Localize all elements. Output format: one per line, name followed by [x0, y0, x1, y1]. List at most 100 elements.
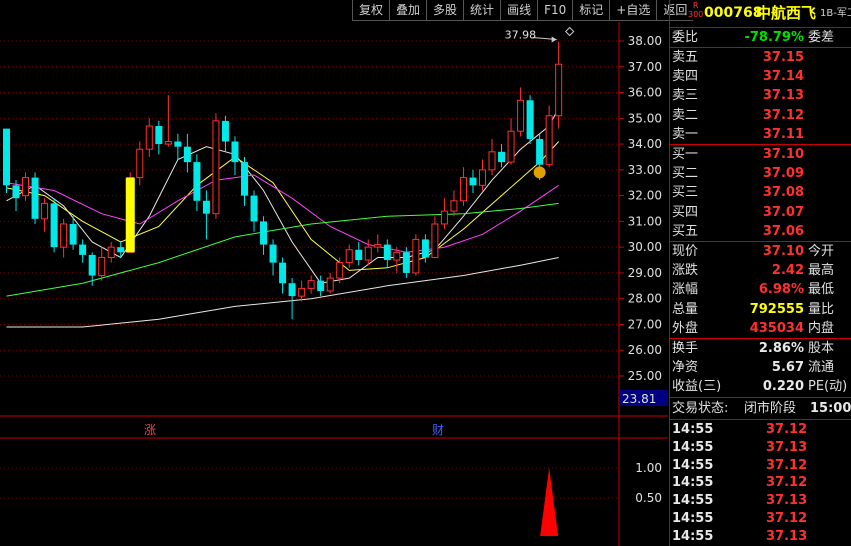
candle-body: [136, 148, 144, 179]
quote-item-row: 总量 792555 量比: [670, 300, 851, 319]
price-tick-label: 35.00: [628, 111, 662, 125]
candle-body: [545, 115, 553, 166]
tick-time: 14:55: [672, 528, 714, 544]
price-tick-label: 32.00: [628, 189, 662, 203]
price-tick-label: 31.00: [628, 214, 662, 228]
toolbar-button-4[interactable]: 画线: [500, 0, 538, 21]
ask-level-row: 卖二 37.12: [670, 106, 851, 125]
candle-body: [459, 177, 467, 202]
quote-item-label: 总量: [672, 301, 699, 317]
bid-level-value: 37.06: [762, 223, 804, 239]
candle-body: [241, 162, 248, 196]
price-tick-label: 34.00: [628, 137, 662, 151]
quote-item-value: 435034: [749, 320, 804, 336]
finance-item-label: 换手: [672, 341, 699, 356]
finance-item-label2: 股本: [808, 341, 835, 356]
tick-time: 14:55: [672, 422, 714, 437]
cai-marker: 财: [432, 423, 444, 437]
candle-body: [326, 277, 334, 292]
tick-price: 37.13: [766, 493, 808, 509]
quote-item-row: 现价 37.10 今开: [670, 242, 851, 261]
finance-item-value: 5.67: [771, 360, 804, 376]
candle-body: [288, 283, 296, 297]
candle-body: [212, 120, 220, 215]
toolbar: 复权 叠加 多股 统计 画线 F10 标记 +自选 返回: [352, 0, 694, 22]
finance-item-value: 2.86%: [758, 341, 804, 356]
finance-item-label2: PE(动): [808, 379, 848, 395]
candle-body: [22, 177, 30, 197]
quote-item-label2: 今开: [808, 244, 835, 259]
candle-body: [526, 100, 534, 139]
candle-body: [317, 280, 325, 291]
price-tick-label: 28.00: [628, 292, 662, 306]
candle-body: [202, 200, 210, 214]
tick-row: 14:55 37.13: [670, 439, 851, 457]
candle-body: [183, 146, 191, 163]
toolbar-button-2[interactable]: 多股: [426, 0, 464, 21]
bid-level-row: 买二 37.09: [670, 164, 851, 183]
candle-body: [364, 246, 372, 261]
toolbar-button-5[interactable]: F10: [537, 0, 573, 21]
indicator-tick-label: 1.00: [635, 461, 662, 475]
ask-level-value: 37.14: [762, 69, 804, 85]
market-badge: R 300: [688, 1, 703, 19]
stock-code[interactable]: 000768: [704, 0, 762, 27]
candle-body: [107, 246, 115, 258]
bid-level-value: 37.07: [762, 204, 804, 220]
candle-body: [269, 244, 277, 263]
candle-body: [479, 169, 486, 186]
quote-item-value: 2.42: [771, 263, 804, 279]
toolbar-button-1[interactable]: 叠加: [389, 0, 427, 21]
tick-row: 14:55 37.12: [670, 474, 851, 492]
candle-body: [69, 223, 77, 245]
trade-status-label: 交易状态:: [672, 401, 729, 416]
tick-price: 37.12: [766, 457, 808, 473]
finance-item-row: 收益(三) 0.220 PE(动): [670, 377, 851, 396]
candle-body: [31, 177, 39, 219]
ask-level-label: 卖三: [672, 88, 699, 104]
candle-body: [345, 249, 353, 264]
candle-body: [221, 120, 229, 142]
quote-item-label2: 量比: [808, 301, 835, 317]
candle-body: [431, 223, 439, 258]
candle-body: [440, 210, 448, 225]
chart-canvas[interactable]: 25.00 26.00 27.00 28.00 29.00 30.00 31.00 32.00…: [0, 22, 668, 546]
candle-body: [355, 249, 363, 261]
badge-bottom: 300: [688, 10, 704, 19]
bid-level-row: 买四 37.07: [670, 203, 851, 222]
price-tick-label: 37.00: [628, 60, 662, 74]
quote-item-label: 现价: [672, 244, 699, 259]
toolbar-button-0[interactable]: 复权: [352, 0, 390, 21]
stock-name[interactable]: 中航西飞: [756, 0, 816, 27]
ask-level-label: 卖一: [672, 126, 699, 142]
toolbar-button-6[interactable]: 标记: [572, 0, 610, 21]
candle-body: [155, 126, 163, 145]
price-tick-label: 26.00: [628, 343, 662, 357]
candle-body: [279, 262, 287, 284]
bottom-price-label: 23.81: [622, 392, 656, 406]
candle-body: [421, 239, 429, 258]
diamond-icon: [564, 26, 575, 37]
kline-chart[interactable]: 25.00 26.00 27.00 28.00 29.00 30.00 31.00 32.00…: [0, 22, 668, 546]
finance-item-value: 0.220: [762, 379, 804, 395]
candle-body: [507, 130, 515, 163]
candle-body: [98, 256, 106, 277]
candle-body: [88, 254, 96, 276]
tick-time: 14:55: [672, 493, 714, 509]
toolbar-button-3[interactable]: 统计: [463, 0, 501, 21]
quote-item-label: 涨幅: [672, 282, 699, 298]
tick-row: 14:55 37.13: [670, 492, 851, 510]
candle-body: [298, 287, 306, 297]
badge-top: R: [692, 1, 699, 10]
quote-item-label2: 内盘: [808, 320, 835, 336]
tick-price: 37.12: [766, 475, 808, 491]
quote-item-value: 6.98%: [758, 282, 804, 298]
ask-level-value: 37.15: [762, 50, 804, 65]
finance-item-label: 净资: [672, 360, 699, 376]
tick-time: 14:55: [672, 439, 714, 455]
candle-body: [555, 63, 563, 117]
ratio-label: 委比: [672, 30, 699, 45]
sector-tag: 1B-军工: [820, 8, 851, 19]
finance-item-row: 净资 5.67 流通: [670, 358, 851, 377]
toolbar-button-7[interactable]: +自选: [609, 0, 657, 21]
